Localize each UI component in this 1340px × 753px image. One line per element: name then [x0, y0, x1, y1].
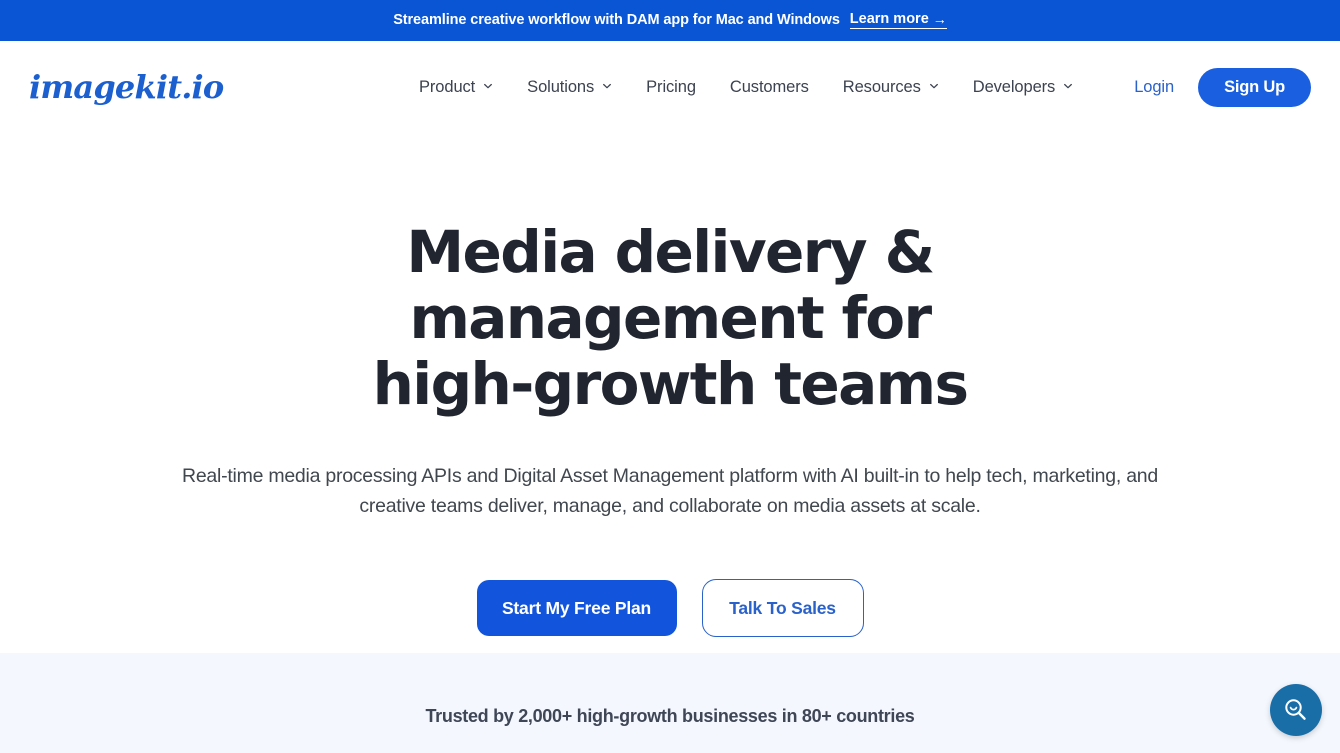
- nav-item-developers[interactable]: Developers: [973, 72, 1073, 103]
- start-free-plan-button[interactable]: Start My Free Plan: [476, 580, 677, 636]
- chevron-down-icon: [602, 81, 612, 91]
- trusted-by-section: Trusted by 2,000+ high-growth businesses…: [0, 653, 1340, 753]
- nav-label-solutions: Solutions: [527, 77, 595, 96]
- chevron-down-icon: [929, 81, 939, 91]
- hero-title-line-1: Media delivery & management for: [406, 218, 935, 352]
- nav-item-product[interactable]: Product: [419, 72, 493, 103]
- nav-label-resources: Resources: [842, 77, 921, 96]
- announcement-text: Streamline creative workflow with DAM ap…: [393, 12, 840, 29]
- hero-title-line-2: high-growth teams: [372, 350, 969, 418]
- chevron-down-icon: [483, 81, 493, 91]
- page-title: Media delivery & management for high-gro…: [220, 219, 1120, 417]
- nav-label-product: Product: [419, 77, 476, 96]
- arrow-right-icon: →: [932, 11, 947, 27]
- login-link[interactable]: Login: [1134, 78, 1174, 97]
- chevron-down-icon: [1063, 81, 1073, 91]
- nav-label-pricing: Pricing: [646, 77, 696, 96]
- nav-label-customers: Customers: [729, 77, 809, 96]
- hero-cta-group: Start My Free Plan Talk To Sales: [0, 579, 1340, 637]
- announcement-link-label: Learn more: [849, 10, 929, 27]
- announcement-banner: Streamline creative workflow with DAM ap…: [0, 0, 1340, 41]
- search-fab-button[interactable]: [1270, 684, 1322, 736]
- hero-section: Media delivery & management for high-gro…: [0, 133, 1340, 653]
- search-icon: [1282, 696, 1310, 724]
- announcement-learn-more-link[interactable]: Learn more →: [849, 10, 947, 30]
- nav-label-developers: Developers: [972, 77, 1056, 96]
- nav-item-resources[interactable]: Resources: [843, 72, 939, 103]
- nav-item-customers[interactable]: Customers: [730, 72, 809, 103]
- hero-subtitle: Real-time media processing APIs and Digi…: [181, 465, 1158, 517]
- nav-item-pricing[interactable]: Pricing: [646, 72, 696, 103]
- site-header: imagekit.io Product Solutions Pricing Cu…: [0, 41, 1340, 133]
- header-actions: Login Sign Up: [1134, 67, 1311, 107]
- talk-to-sales-button[interactable]: Talk To Sales: [701, 579, 864, 637]
- main-navigation: Product Solutions Pricing Customers Reso…: [419, 72, 1073, 103]
- trusted-by-text: Trusted by 2,000+ high-growth businesses…: [425, 706, 915, 726]
- nav-item-solutions[interactable]: Solutions: [527, 72, 612, 103]
- signup-button[interactable]: Sign Up: [1198, 67, 1311, 107]
- logo-imagekit[interactable]: imagekit.io: [29, 71, 224, 103]
